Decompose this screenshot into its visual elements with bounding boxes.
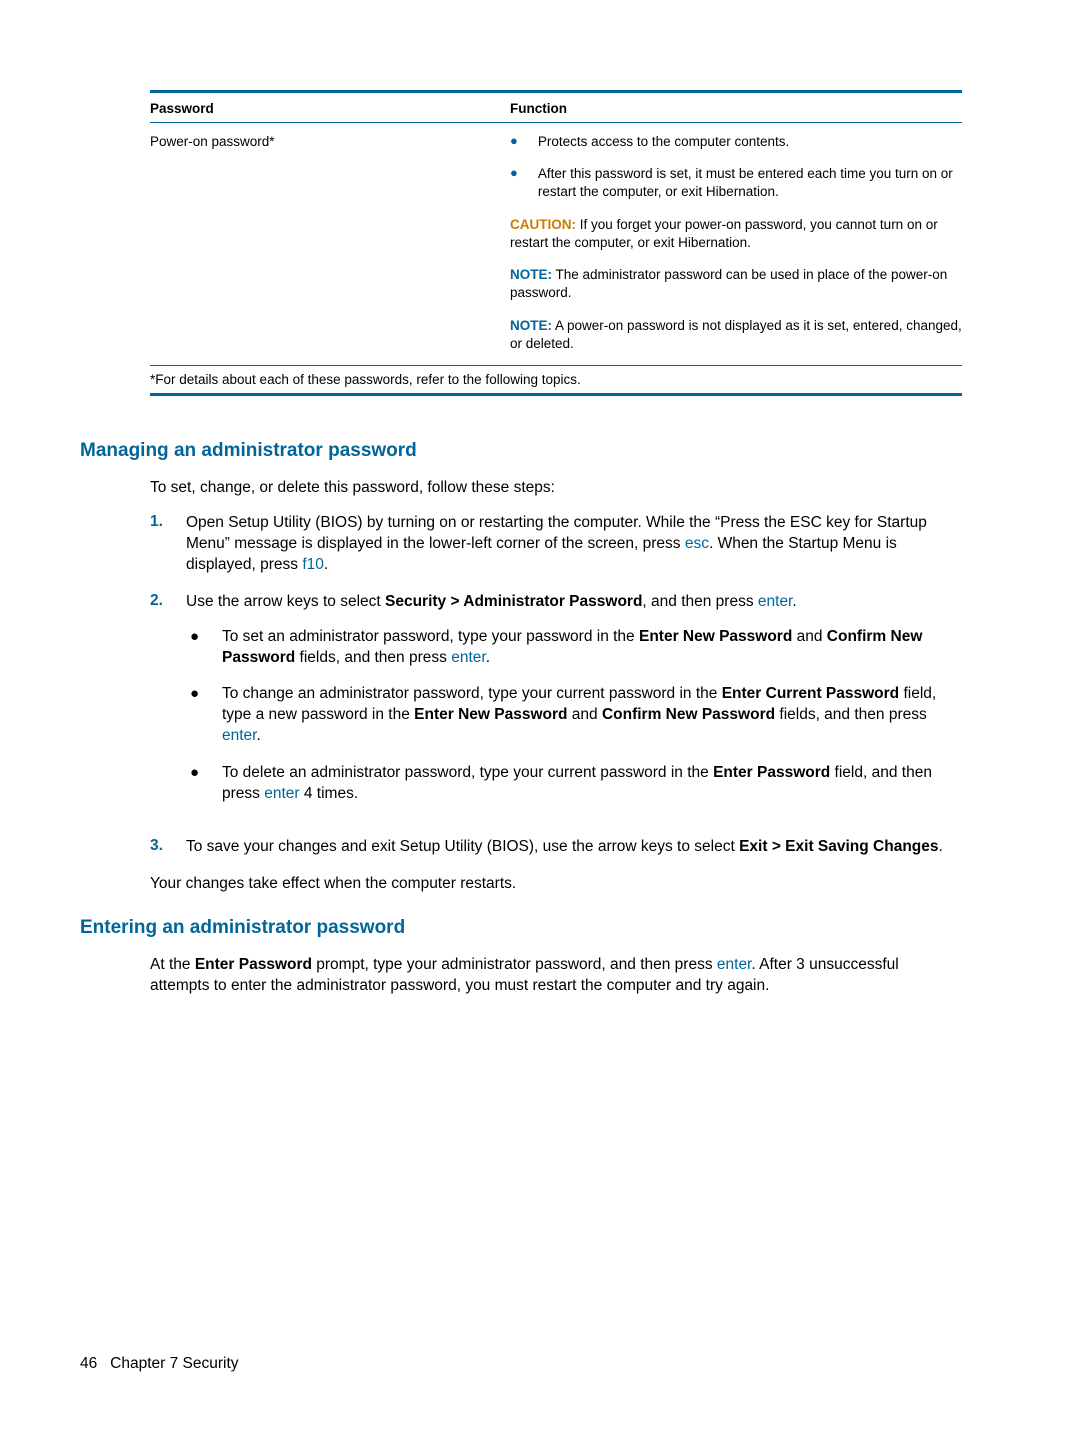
keycap-enter: enter [222,727,256,744]
field-name: Enter Password [195,956,312,973]
text-run: To set an administrator password, type y… [222,628,639,645]
page-footer: 46 Chapter 7 Security [80,1355,239,1373]
bullet-text: To set an administrator password, type y… [222,627,962,669]
bullet-icon: ● [510,133,538,151]
menu-path: Security > Administrator Password [385,593,642,610]
password-table: Password Function Power-on password* ● P… [150,90,962,396]
intro-paragraph: To set, change, or delete this password,… [150,478,962,499]
note-block: NOTE: A power-on password is not display… [510,317,962,353]
note-block: NOTE: The administrator password can be … [510,266,962,302]
table-header-row: Password Function [150,93,962,122]
text-run: and [792,628,826,645]
bullet-text: To delete an administrator password, typ… [222,763,962,805]
page-content: Password Function Power-on password* ● P… [0,0,1080,997]
keycap-enter: enter [717,956,751,973]
step-text: To save your changes and exit Setup Util… [186,837,962,858]
step-number: 3. [150,837,186,858]
table-footnote: *For details about each of these passwor… [150,366,962,393]
note-text: A power-on password is not displayed as … [510,318,962,351]
sub-bullets: ● To set an administrator password, type… [186,627,962,805]
table-row: Power-on password* ● Protects access to … [150,123,962,365]
step-text: Open Setup Utility (BIOS) by turning on … [186,513,962,576]
text-run: fields, and then press [295,649,451,666]
list-item: ● Protects access to the computer conten… [510,133,962,151]
cell-password-name: Power-on password* [150,133,510,357]
keycap-enter: enter [451,649,485,666]
text-run: At the [150,956,195,973]
bullet-text: After this password is set, it must be e… [538,165,962,201]
caution-label: CAUTION: [510,217,576,232]
heading-managing-admin-password: Managing an administrator password [80,440,962,462]
outro-paragraph: Your changes take effect when the comput… [150,874,962,895]
note-label: NOTE: [510,318,552,333]
steps-list: 1. Open Setup Utility (BIOS) by turning … [150,513,962,858]
bullet-icon: ● [510,165,538,201]
step-1: 1. Open Setup Utility (BIOS) by turning … [150,513,962,576]
text-run: To change an administrator password, typ… [222,685,722,702]
note-text: The administrator password can be used i… [510,267,947,300]
bullet-icon: ● [186,684,222,747]
caution-block: CAUTION: If you forget your power-on pas… [510,216,962,252]
menu-path: Exit > Exit Saving Changes [739,838,938,855]
text-run: . [486,649,490,666]
text-run: , and then press [642,593,757,610]
bullet-text: Protects access to the computer contents… [538,133,962,151]
table-bottom-rule [150,393,962,396]
text-run: fields, and then press [775,706,927,723]
step-text: Use the arrow keys to select Security > … [186,592,962,821]
text-run: . [256,727,260,744]
text-run: Use the arrow keys to select [186,593,385,610]
column-header-password: Password [150,101,510,116]
text-run: To save your changes and exit Setup Util… [186,838,739,855]
text-run: To delete an administrator password, typ… [222,764,713,781]
field-name: Enter Password [713,764,830,781]
field-name: Confirm New Password [602,706,775,723]
list-item: ● After this password is set, it must be… [510,165,962,201]
keycap-esc: esc [685,535,709,552]
note-label: NOTE: [510,267,552,282]
text-run: 4 times. [300,785,359,802]
field-name: Enter Current Password [722,685,899,702]
step-number: 2. [150,592,186,821]
bullet-icon: ● [186,627,222,669]
list-item: ● To set an administrator password, type… [186,627,962,669]
list-item: ● To change an administrator password, t… [186,684,962,747]
cell-function: ● Protects access to the computer conten… [510,133,962,357]
text-run: prompt, type your administrator password… [312,956,717,973]
text-run: . [939,838,943,855]
step-2: 2. Use the arrow keys to select Security… [150,592,962,821]
bullet-text: To change an administrator password, typ… [222,684,962,747]
function-bullets: ● Protects access to the computer conten… [510,133,962,202]
text-run: and [567,706,601,723]
field-name: Enter New Password [414,706,567,723]
keycap-enter: enter [264,785,299,802]
heading-entering-admin-password: Entering an administrator password [80,917,962,939]
keycap-f10: f10 [302,556,324,573]
column-header-function: Function [510,101,962,116]
list-item: ● To delete an administrator password, t… [186,763,962,805]
chapter-label: Chapter 7 Security [110,1355,238,1372]
text-run: . [792,593,796,610]
bullet-icon: ● [186,763,222,805]
keycap-enter: enter [758,593,792,610]
step-3: 3. To save your changes and exit Setup U… [150,837,962,858]
field-name: Enter New Password [639,628,792,645]
step-number: 1. [150,513,186,576]
body-paragraph: At the Enter Password prompt, type your … [150,955,962,997]
text-run: . [324,556,328,573]
page-number: 46 [80,1355,97,1372]
